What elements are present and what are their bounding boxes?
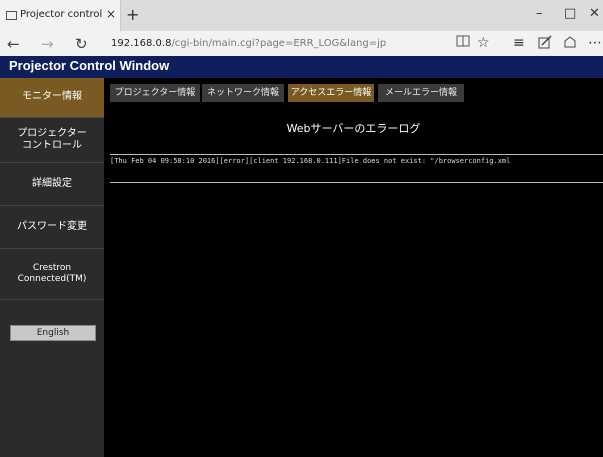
share-icon[interactable] xyxy=(563,35,577,53)
tab-close-icon[interactable]: × xyxy=(106,7,116,21)
sidebar-item-password-change[interactable]: パスワード変更 xyxy=(0,206,104,249)
more-icon[interactable]: ⋯ xyxy=(588,35,602,51)
new-tab-icon[interactable]: + xyxy=(126,5,139,24)
sidebar-item-projector-control[interactable]: プロジェクター コントロール xyxy=(0,118,104,163)
close-window-icon[interactable]: ✕ xyxy=(589,6,600,21)
back-icon[interactable]: ← xyxy=(7,35,20,53)
forward-icon[interactable]: → xyxy=(41,35,54,53)
hub-icon[interactable]: ≡ xyxy=(513,35,525,51)
reading-view-icon[interactable] xyxy=(456,35,470,51)
tab-projector-info[interactable]: プロジェクター情報 xyxy=(110,84,200,102)
sidebar-item-crestron[interactable]: Crestron Connected(TM) xyxy=(0,249,104,300)
page-title: Projector Control Window xyxy=(9,58,170,73)
tab-access-error-info[interactable]: アクセスエラー情報 xyxy=(288,84,374,102)
tab-mail-error-info[interactable]: メールエラー情報 xyxy=(378,84,464,102)
sidebar-item-monitor-info[interactable]: モニター情報 xyxy=(0,78,104,118)
page-header: Projector Control Window xyxy=(0,56,603,78)
url-field[interactable]: 192.168.0.8/cgi-bin/main.cgi?page=ERR_LO… xyxy=(111,38,386,49)
web-note-icon[interactable] xyxy=(538,35,552,53)
url-host: 192.168.0.8 xyxy=(111,38,172,49)
divider-top xyxy=(110,154,603,155)
tab-network-info[interactable]: ネットワーク情報 xyxy=(202,84,284,102)
page-icon xyxy=(6,11,17,20)
minimize-icon[interactable]: – xyxy=(536,6,543,21)
divider-bottom xyxy=(110,182,603,183)
log-title: Webサーバーのエラーログ xyxy=(286,122,421,135)
log-line: [Thu Feb 04 09:58:10 2016][error][client… xyxy=(110,157,511,165)
tab-title: Projector control windo xyxy=(20,9,102,20)
browser-tab[interactable]: Projector control windo × xyxy=(0,0,121,31)
url-path: /cgi-bin/main.cgi?page=ERR_LOG&lang=jp xyxy=(171,38,387,49)
browser-tabbar: Projector control windo × + – □ ✕ xyxy=(0,0,603,31)
favorite-star-icon[interactable]: ☆ xyxy=(477,35,490,51)
refresh-icon[interactable]: ↻ xyxy=(75,35,88,53)
maximize-icon[interactable]: □ xyxy=(564,6,576,21)
main-content: プロジェクター情報 ネットワーク情報 アクセスエラー情報 メールエラー情報 We… xyxy=(104,78,603,457)
sidebar-item-detailed-settings[interactable]: 詳細設定 xyxy=(0,163,104,206)
address-bar: ← → ↻ 192.168.0.8/cgi-bin/main.cgi?page=… xyxy=(0,31,603,57)
sidebar: モニター情報 プロジェクター コントロール 詳細設定 パスワード変更 Crest… xyxy=(0,78,104,457)
english-button[interactable]: English xyxy=(10,325,96,341)
